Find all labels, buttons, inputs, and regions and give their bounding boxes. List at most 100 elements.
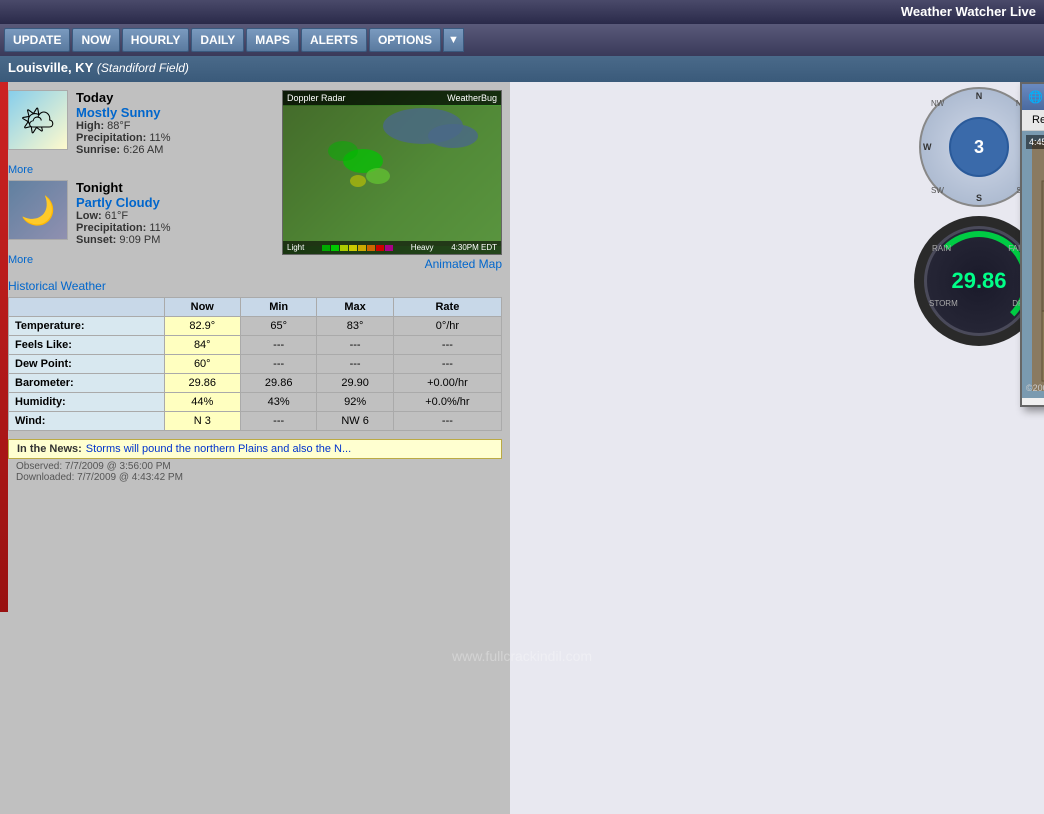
btn-alerts[interactable]: ALERTS	[301, 28, 367, 52]
compass-s: S	[976, 193, 982, 203]
location-station: (Standiford Field)	[97, 61, 189, 75]
app-title: Weather Watcher Live	[901, 4, 1036, 19]
table-row: Humidity: 44% 43% 92% +0.0%/hr	[9, 393, 502, 412]
row-label: Feels Like:	[9, 336, 165, 355]
row-now: N 3	[164, 412, 240, 431]
table-row: Barometer: 29.86 29.86 29.90 +0.00/hr	[9, 374, 502, 393]
left-main: 🌤 Today Mostly Sunny High: 88°F Precipit…	[0, 82, 510, 814]
baro-rain-label: RAIN	[932, 244, 951, 253]
row-max: 83°	[317, 317, 393, 336]
today-card: 🌤 Today Mostly Sunny High: 88°F Precipit…	[8, 90, 266, 156]
news-ticker: In the News: Storms will pound the north…	[8, 439, 502, 459]
location-city: Louisville, KY	[8, 60, 93, 75]
map-globe-icon: 🌐	[1028, 90, 1043, 104]
row-rate: +0.00/hr	[393, 374, 501, 393]
row-min: 43%	[240, 393, 316, 412]
today-more-link[interactable]: More	[8, 164, 266, 176]
btn-now[interactable]: NOW	[72, 28, 119, 52]
right-main: N S E W NE NW SE SW 3	[510, 82, 1044, 814]
col-header-min: Min	[240, 298, 316, 317]
tonight-card: 🌙 Tonight Partly Cloudy Low: 61°F Precip…	[8, 180, 266, 246]
today-condition: Mostly Sunny	[76, 105, 266, 120]
radar-time: 4:30PM EDT	[451, 243, 497, 252]
compass-nw: NW	[931, 99, 944, 108]
tonight-period: Tonight	[76, 180, 266, 195]
baro-inner: RAIN FAIR STORM DRY 29.86	[924, 226, 1034, 336]
weather-data-table: Now Min Max Rate Temperature: 82.9° 65° …	[8, 297, 502, 431]
row-max: 29.90	[317, 374, 393, 393]
map-bg: Chicago Gary South Bend Toledo Windsor F…	[1022, 131, 1044, 398]
row-max: 92%	[317, 393, 393, 412]
radar-footer-right: Heavy	[411, 243, 434, 252]
row-rate: ---	[393, 355, 501, 374]
map-viewer-toolbar: Refresh Print	[1022, 110, 1044, 131]
col-header-max: Max	[317, 298, 393, 317]
toolbar: UPDATE NOW HOURLY DAILY MAPS ALERTS OPTI…	[0, 24, 1044, 56]
row-rate: ---	[393, 336, 501, 355]
row-min: ---	[240, 355, 316, 374]
historical-weather-link[interactable]: Historical Weather	[8, 279, 106, 293]
compass-n: N	[976, 91, 983, 101]
svg-text:©2009 AccuWeather.com: ©2009 AccuWeather.com	[1026, 383, 1044, 393]
map-viewer-content: Chicago Gary South Bend Toledo Windsor F…	[1022, 131, 1044, 398]
observed-line2: Downloaded: 7/7/2009 @ 4:43:42 PM	[16, 472, 494, 483]
row-now: 60°	[164, 355, 240, 374]
map-viewer-window: 🌐 Map Viewer - Weather Watcher Live _ □ …	[1020, 82, 1044, 407]
tonight-info: Tonight Partly Cloudy Low: 61°F Precipit…	[76, 180, 266, 246]
tonight-more-link[interactable]: More	[8, 254, 266, 266]
col-header-now: Now	[164, 298, 240, 317]
row-min: ---	[240, 412, 316, 431]
row-label: Barometer:	[9, 374, 165, 393]
tonight-icon: 🌙	[8, 180, 68, 240]
map-refresh-btn[interactable]: Refresh	[1028, 112, 1044, 128]
top-section: 🌤 Today Mostly Sunny High: 88°F Precipit…	[8, 90, 502, 271]
watermark: www.fullcrackindil.com	[452, 648, 592, 664]
row-now: 29.86	[164, 374, 240, 393]
svg-text:4:45PM EDT 7-JUL-09: 4:45PM EDT 7-JUL-09	[1029, 137, 1044, 147]
content-area: 🌤 Today Mostly Sunny High: 88°F Precipit…	[0, 82, 510, 814]
row-label: Humidity:	[9, 393, 165, 412]
btn-hourly[interactable]: HOURLY	[122, 28, 190, 52]
app-wrapper: Weather Watcher Live UPDATE NOW HOURLY D…	[0, 0, 1044, 814]
radar-footer-left: Light	[287, 243, 304, 252]
btn-daily[interactable]: DAILY	[191, 28, 244, 52]
map-viewer-titlebar-left: 🌐 Map Viewer - Weather Watcher Live	[1028, 90, 1044, 104]
table-row: Feels Like: 84° --- --- ---	[9, 336, 502, 355]
row-now: 82.9°	[164, 317, 240, 336]
table-row: Temperature: 82.9° 65° 83° 0°/hr	[9, 317, 502, 336]
tonight-low: Low: 61°F	[76, 210, 266, 222]
today-info: Today Mostly Sunny High: 88°F Precipitat…	[76, 90, 266, 156]
animated-map-link: Animated Map	[425, 257, 502, 271]
tonight-sunset: Sunset: 9:09 PM	[76, 234, 266, 246]
row-min: ---	[240, 336, 316, 355]
btn-update[interactable]: UPDATE	[4, 28, 70, 52]
compass-w: W	[923, 142, 932, 152]
row-label: Wind:	[9, 412, 165, 431]
today-sunrise: Sunrise: 6:26 AM	[76, 144, 266, 156]
table-row: Dew Point: 60° --- --- ---	[9, 355, 502, 374]
today-precip: Precipitation: 11%	[76, 132, 266, 144]
col-header-label	[9, 298, 165, 317]
today-high: High: 88°F	[76, 120, 266, 132]
row-max: ---	[317, 355, 393, 374]
btn-maps[interactable]: MAPS	[246, 28, 299, 52]
title-bar: Weather Watcher Live	[0, 0, 1044, 24]
left-red-bar	[0, 82, 8, 612]
map-svg: Chicago Gary South Bend Toledo Windsor F…	[1022, 131, 1044, 398]
row-label: Temperature:	[9, 317, 165, 336]
news-label: In the News:	[17, 443, 82, 455]
baro-labels: RAIN FAIR STORM DRY	[927, 229, 1031, 333]
btn-options[interactable]: OPTIONS	[369, 28, 441, 52]
row-rate: 0°/hr	[393, 317, 501, 336]
news-link[interactable]: Storms will pound the northern Plains an…	[86, 443, 351, 455]
row-now: 84°	[164, 336, 240, 355]
animated-map-anchor[interactable]: Animated Map	[425, 257, 502, 271]
radar-container: Doppler Radar WeatherBug	[282, 90, 502, 255]
body-area: 🌤 Today Mostly Sunny High: 88°F Precipit…	[0, 82, 1044, 814]
toolbar-dropdown[interactable]: ▼	[443, 28, 464, 52]
observed-line1: Observed: 7/7/2009 @ 3:56:00 PM	[16, 461, 494, 472]
row-max: ---	[317, 336, 393, 355]
row-rate: ---	[393, 412, 501, 431]
baro-storm-label: STORM	[929, 299, 958, 308]
row-rate: +0.0%/hr	[393, 393, 501, 412]
